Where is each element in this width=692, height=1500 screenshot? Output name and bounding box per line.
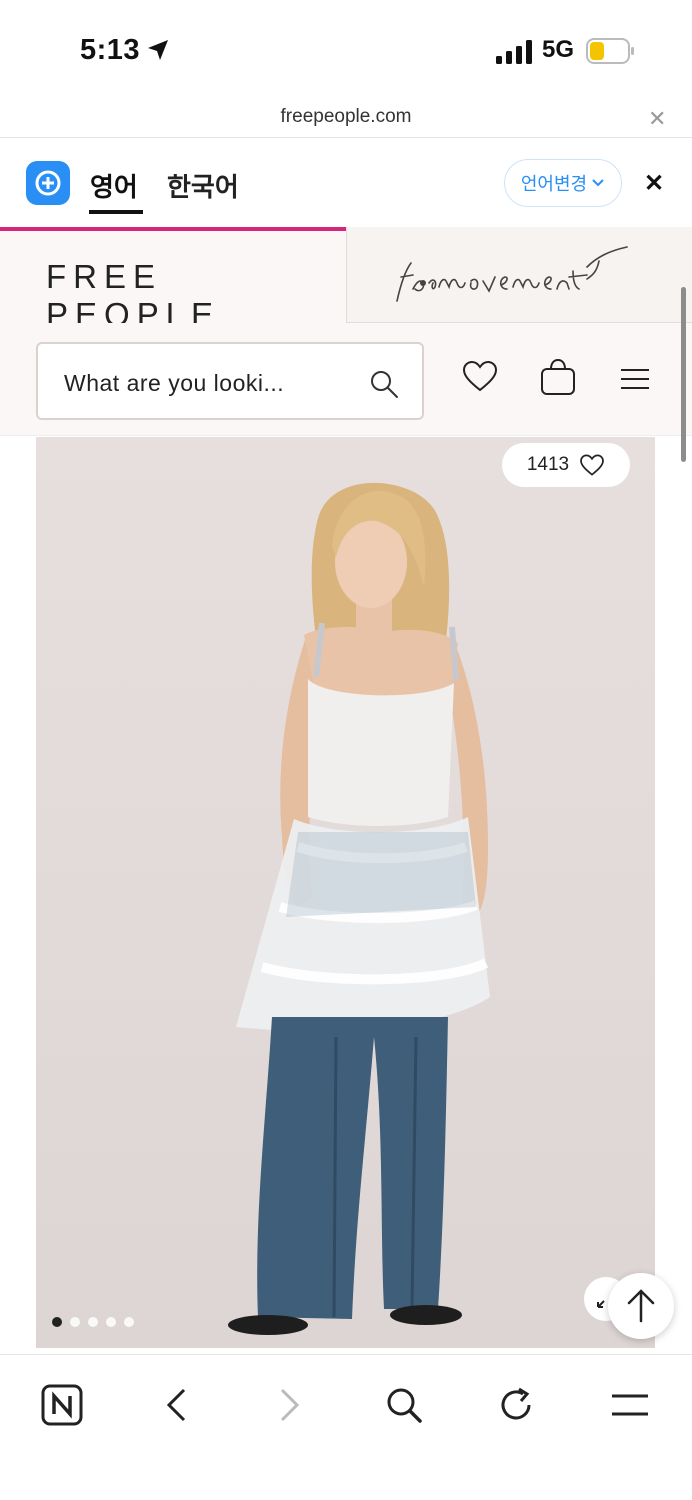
shopping-bag-icon[interactable] — [540, 358, 576, 396]
wishlist-heart-icon[interactable] — [462, 360, 498, 392]
carousel-dot-4[interactable] — [106, 1317, 116, 1327]
carousel-dot-3[interactable] — [88, 1317, 98, 1327]
status-time: 5:13 — [80, 34, 141, 66]
translate-bar: 영어 한국어 언어변경 ✕ — [0, 139, 692, 227]
fp-movement-logo — [396, 246, 628, 302]
page-scrollbar[interactable] — [681, 287, 686, 462]
active-tab-underline — [89, 210, 143, 214]
search-icon — [387, 1388, 422, 1423]
translate-app-icon[interactable] — [26, 161, 70, 205]
brand-tabs: FREE PEOPLE — [0, 227, 692, 333]
forward-button[interactable] — [260, 1375, 320, 1435]
search-icon[interactable] — [368, 368, 400, 400]
change-language-label: 언어변경 — [520, 174, 588, 194]
browser-url-bar[interactable]: freepeople.com ✕ — [0, 100, 692, 138]
scroll-to-top-button[interactable] — [608, 1273, 674, 1339]
favorite-count: 1413 — [526, 454, 570, 475]
search-input[interactable]: What are you looki... — [36, 342, 424, 420]
close-icon[interactable]: ✕ — [648, 106, 666, 132]
home-n-icon — [41, 1384, 83, 1426]
hamburger-menu-icon[interactable] — [620, 368, 650, 390]
home-n-button[interactable] — [32, 1375, 92, 1435]
refresh-button[interactable] — [486, 1375, 546, 1435]
carousel-dot-5[interactable] — [124, 1317, 134, 1327]
tab-english[interactable]: 영어 — [90, 167, 138, 204]
favorite-count-button[interactable]: 1413 — [502, 443, 630, 487]
search-placeholder: What are you looki... — [64, 370, 285, 396]
cellular-signal-icon — [496, 40, 532, 64]
heart-icon — [580, 454, 605, 476]
url-text[interactable]: freepeople.com — [0, 106, 692, 128]
chevron-down-icon — [592, 179, 604, 187]
browser-menu-button[interactable] — [600, 1375, 660, 1435]
free-people-tab[interactable]: FREE PEOPLE — [0, 227, 346, 333]
close-translate-icon[interactable]: ✕ — [644, 169, 664, 198]
location-arrow-icon — [148, 40, 168, 60]
site-header: What are you looki... — [0, 323, 692, 436]
product-photo — [228, 482, 490, 1335]
refresh-icon — [501, 1387, 531, 1420]
battery-icon — [586, 38, 634, 64]
menu-icon — [612, 1394, 648, 1416]
network-type: 5G — [542, 36, 575, 63]
back-icon — [166, 1388, 186, 1422]
toolbar-search-button[interactable] — [374, 1375, 434, 1435]
forward-icon — [280, 1388, 300, 1422]
back-button[interactable] — [146, 1375, 206, 1435]
tab-korean[interactable]: 한국어 — [167, 167, 239, 204]
status-bar: 5:13 5G — [0, 0, 692, 100]
arrow-up-icon — [627, 1289, 655, 1323]
carousel-dot-2[interactable] — [70, 1317, 80, 1327]
fp-movement-tab[interactable] — [346, 227, 692, 323]
product-image[interactable]: 1413 — [36, 437, 655, 1348]
carousel-dot-1[interactable] — [52, 1317, 62, 1327]
change-language-button[interactable]: 언어변경 — [504, 159, 622, 207]
image-carousel-dots[interactable] — [52, 1317, 134, 1327]
browser-toolbar — [0, 1354, 692, 1500]
